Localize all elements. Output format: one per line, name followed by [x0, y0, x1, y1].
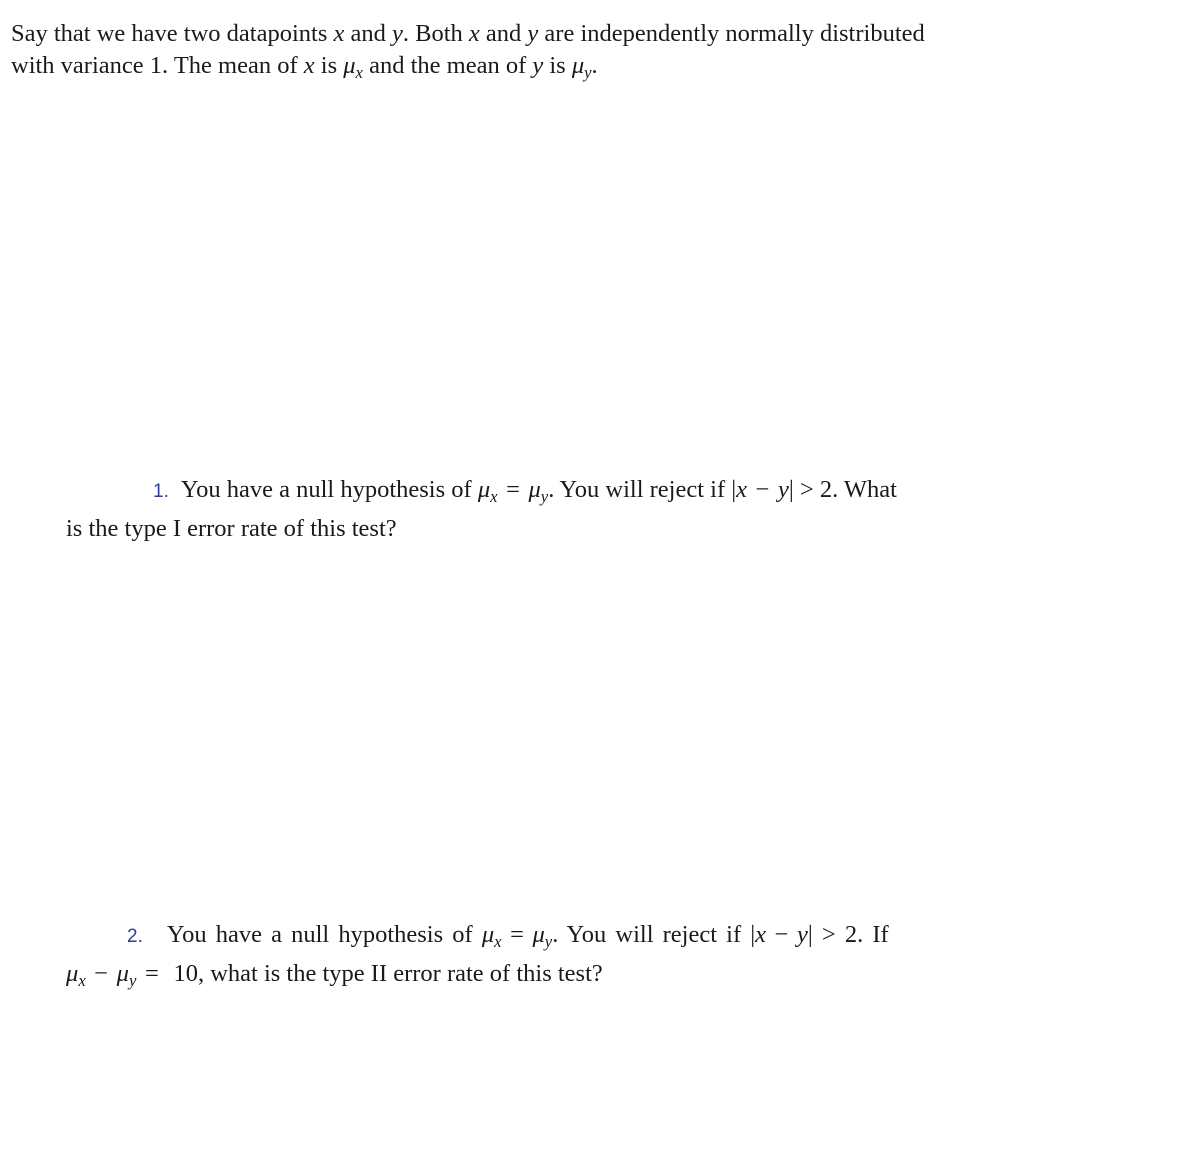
- math-minus: −: [774, 921, 789, 948]
- math-x: x: [333, 20, 345, 47]
- math-y: y: [527, 20, 539, 47]
- question-2-line-1: 2. You have a null hypothesis of μx = μy. Y…: [127, 921, 889, 951]
- math-y: y: [392, 20, 403, 47]
- question-1-line-1: 1. You have a null hypothesis of μx = μy. Y…: [153, 476, 897, 506]
- math-y: y: [778, 476, 789, 503]
- list-number: 1.: [153, 481, 169, 502]
- math-y: y: [532, 52, 544, 79]
- question-1: 1. You have a null hypothesis of μx = μy. Y…: [66, 474, 897, 545]
- math-equals: =: [506, 476, 520, 503]
- math-y: y: [797, 921, 808, 948]
- math-mu-y: μy: [528, 476, 549, 506]
- list-number: 2.: [127, 926, 143, 947]
- math-x: x: [468, 20, 480, 47]
- question-1-line-2: is the type I error rate of this test?: [66, 514, 397, 542]
- math-mu-x: μx: [477, 476, 498, 506]
- math-x: x: [736, 476, 748, 503]
- question-2-line-2: μx − μy = 10, what is the type II error rat…: [66, 959, 603, 990]
- intro-line-1: Say that we have two datapoints x and y.…: [11, 20, 925, 47]
- math-minus: −: [755, 476, 770, 503]
- intro-line-2: with variance 1. The mean of x is μx and…: [11, 52, 598, 82]
- math-x: x: [303, 52, 315, 79]
- math-x: x: [755, 921, 767, 948]
- math-mu-x: μx: [481, 921, 502, 951]
- math-mu-x: μx: [343, 52, 363, 82]
- math-mu-y: μy: [116, 959, 137, 990]
- math-equals: =: [144, 959, 159, 987]
- math-minus: −: [94, 959, 109, 987]
- math-equals: =: [510, 921, 524, 948]
- math-mu-y: μy: [532, 921, 553, 951]
- math-mu-y: μy: [571, 52, 592, 82]
- intro-paragraph: Say that we have two datapoints x and y.…: [11, 18, 925, 89]
- math-mu-x: μx: [66, 959, 86, 990]
- question-2: 2. You have a null hypothesis of μx = μy. Y…: [66, 919, 889, 997]
